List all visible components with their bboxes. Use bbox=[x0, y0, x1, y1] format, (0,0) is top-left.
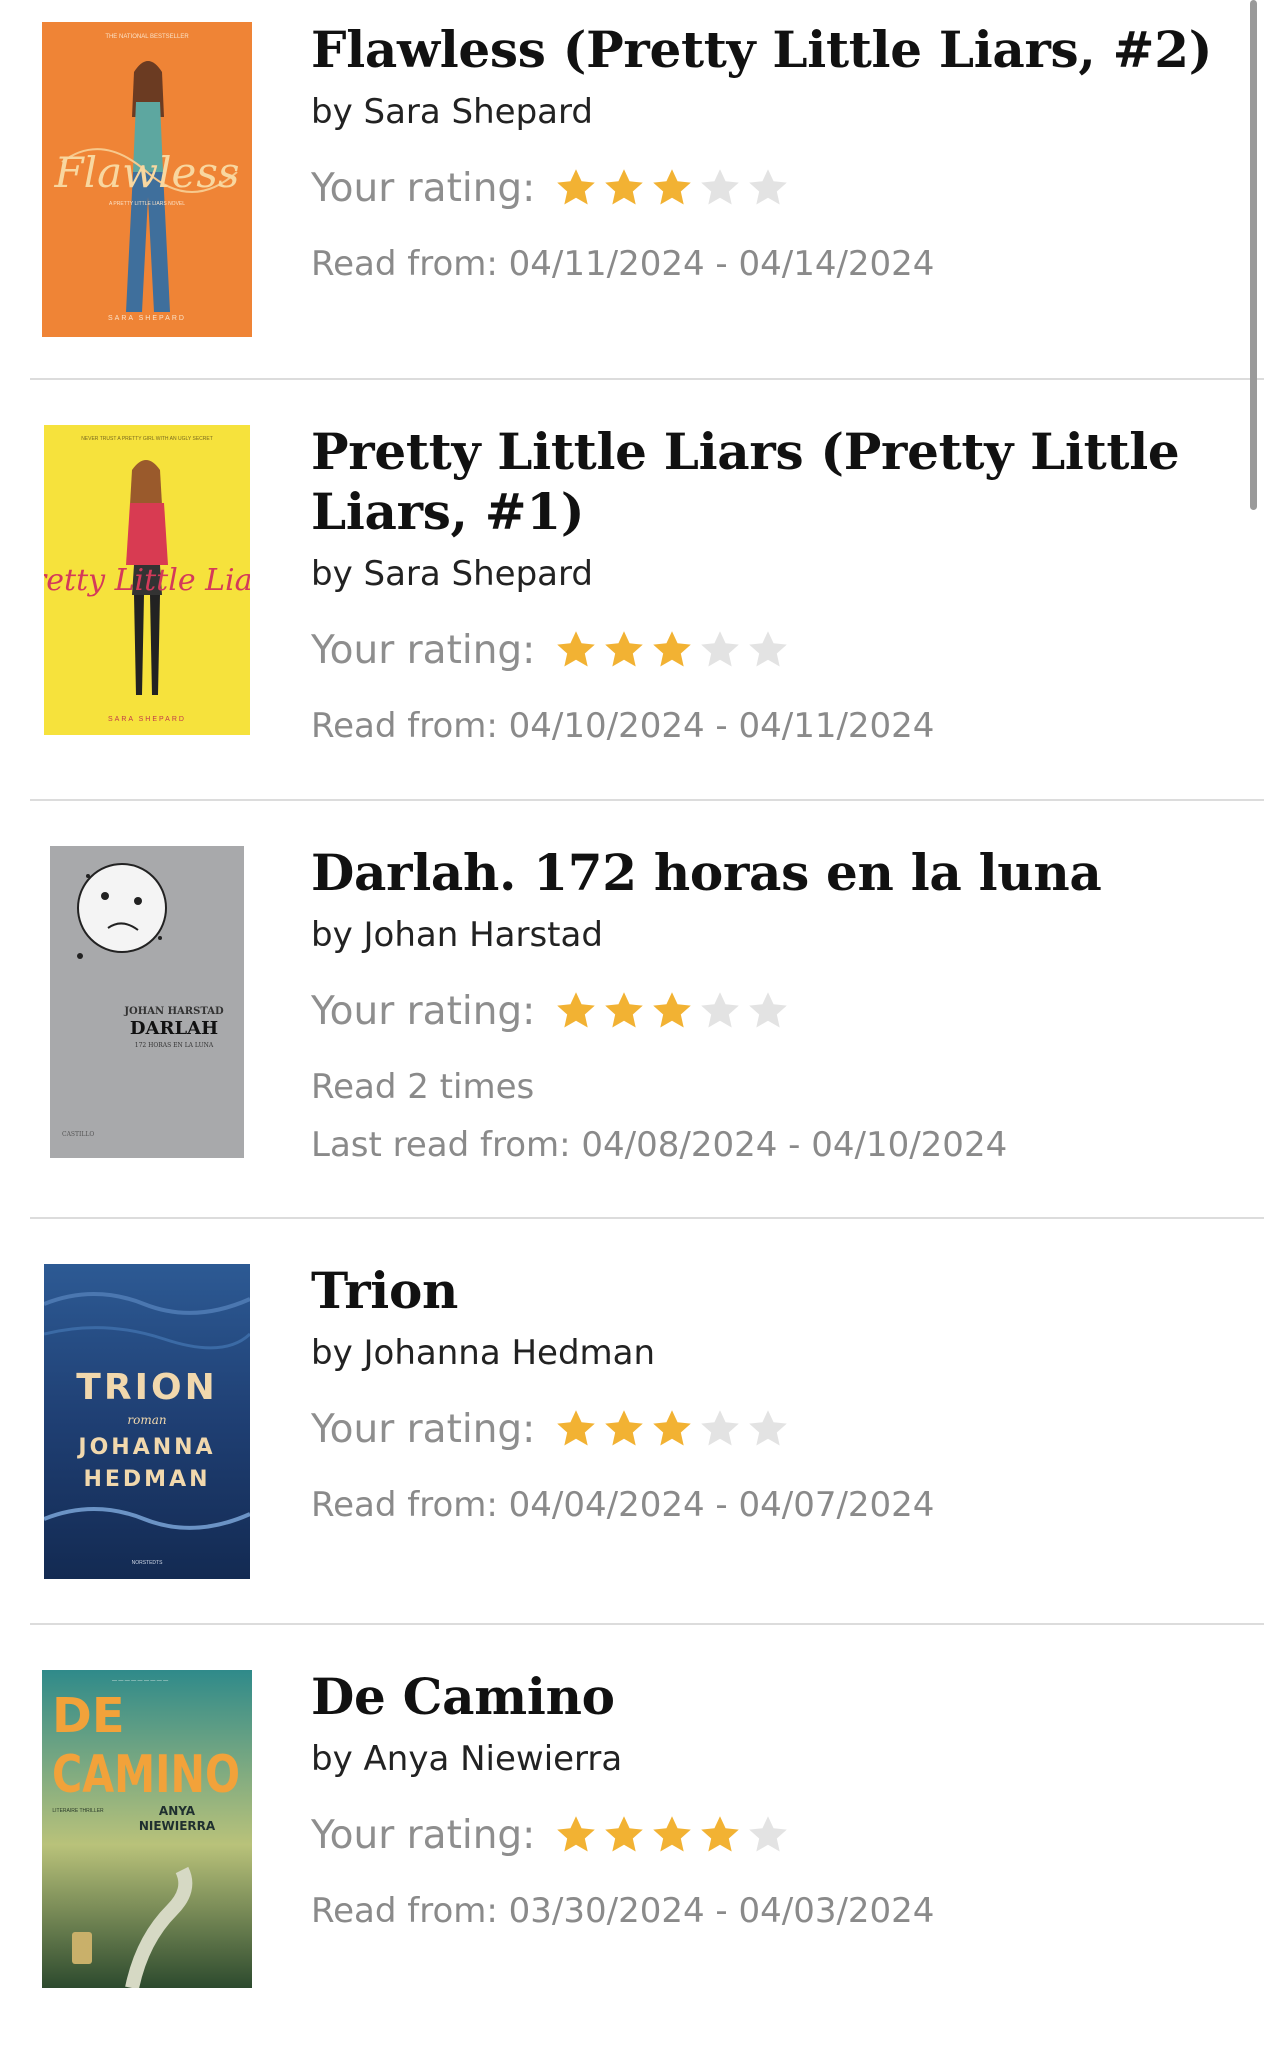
rating-label: Your rating: bbox=[311, 988, 536, 1034]
star-empty-icon[interactable] bbox=[745, 627, 791, 673]
star-filled-icon[interactable] bbox=[553, 165, 599, 211]
star-filled-icon[interactable] bbox=[601, 1812, 647, 1858]
book-author[interactable]: by Sara Shepard bbox=[311, 552, 1224, 596]
cover-title-line2: CAMINO bbox=[52, 1745, 240, 1805]
star-filled-icon[interactable] bbox=[553, 627, 599, 673]
star-empty-icon[interactable] bbox=[745, 165, 791, 211]
rating-label: Your rating: bbox=[311, 1406, 536, 1452]
book-cover-pretty-little-liars[interactable]: NEVER TRUST A PRETTY GIRL WITH AN UGLY S… bbox=[44, 425, 250, 735]
scrollbar[interactable] bbox=[1250, 0, 1257, 510]
rating-row: Your rating: bbox=[311, 162, 1224, 214]
star-rating[interactable] bbox=[553, 627, 791, 673]
book-author[interactable]: by Anya Niewierra bbox=[311, 1737, 1224, 1781]
star-filled-icon[interactable] bbox=[601, 627, 647, 673]
read-dates: Last read from: 04/08/2024 - 04/10/2024 bbox=[311, 1125, 1008, 1165]
svg-text:— — — — — — — — —: — — — — — — — — — bbox=[112, 1678, 168, 1684]
cover-author-line1: JOHANNA bbox=[76, 1435, 215, 1460]
cover-subtitle: roman bbox=[127, 1413, 166, 1427]
rating-row: Your rating: bbox=[311, 1403, 1224, 1455]
cover-author: JOHAN HARSTAD bbox=[123, 1006, 224, 1017]
star-rating[interactable] bbox=[553, 165, 791, 211]
star-empty-icon[interactable] bbox=[697, 165, 743, 211]
book-row-flawless[interactable]: THE NATIONAL BESTSELLER Flawless A PRETT… bbox=[0, 0, 1284, 380]
star-filled-icon[interactable] bbox=[697, 1812, 743, 1858]
star-rating[interactable] bbox=[553, 1406, 791, 1452]
book-cover-flawless[interactable]: THE NATIONAL BESTSELLER Flawless A PRETT… bbox=[42, 22, 252, 337]
star-filled-icon[interactable] bbox=[649, 165, 695, 211]
cover-script-title: Flawless bbox=[54, 148, 240, 197]
cover-top-text: THE NATIONAL BESTSELLER bbox=[105, 34, 189, 40]
star-filled-icon[interactable] bbox=[601, 1406, 647, 1452]
star-filled-icon[interactable] bbox=[601, 988, 647, 1034]
cover-author-line1: ANYA bbox=[159, 1804, 196, 1818]
book-title[interactable]: De Camino bbox=[311, 1667, 1224, 1727]
star-empty-icon[interactable] bbox=[697, 627, 743, 673]
cover-publisher: CASTILLO bbox=[62, 1131, 94, 1138]
book-row-pretty-little-liars[interactable]: NEVER TRUST A PRETTY GIRL WITH AN UGLY S… bbox=[0, 380, 1284, 801]
book-cover-trion[interactable]: TRION roman JOHANNA HEDMAN NORSTEDTS bbox=[44, 1264, 250, 1579]
star-rating[interactable] bbox=[553, 1812, 791, 1858]
cover-title: TRION bbox=[76, 1367, 217, 1408]
cover-author-line2: NIEWIERRA bbox=[139, 1819, 216, 1833]
cover-publisher: NORSTEDTS bbox=[132, 1560, 164, 1566]
star-filled-icon[interactable] bbox=[601, 165, 647, 211]
star-filled-icon[interactable] bbox=[649, 1812, 695, 1858]
star-rating[interactable] bbox=[553, 988, 791, 1034]
rating-row: Your rating: bbox=[311, 985, 1224, 1037]
cover-author-line2: HEDMAN bbox=[83, 1467, 210, 1492]
book-title[interactable]: Darlah. 172 horas en la luna bbox=[311, 843, 1224, 903]
star-empty-icon[interactable] bbox=[745, 1812, 791, 1858]
read-count: Read 2 times bbox=[311, 1067, 535, 1107]
rating-row: Your rating: bbox=[311, 1809, 1224, 1861]
star-filled-icon[interactable] bbox=[649, 627, 695, 673]
cover-top-text: NEVER TRUST A PRETTY GIRL WITH AN UGLY S… bbox=[81, 436, 213, 442]
book-author[interactable]: by Sara Shepard bbox=[311, 90, 1224, 134]
book-title[interactable]: Flawless (Pretty Little Liars, #2) bbox=[311, 20, 1224, 80]
star-filled-icon[interactable] bbox=[553, 988, 599, 1034]
star-filled-icon[interactable] bbox=[649, 988, 695, 1034]
cover-subtitle: A PRETTY LITTLE LIARS NOVEL bbox=[109, 201, 185, 207]
rating-label: Your rating: bbox=[311, 1812, 536, 1858]
book-row-trion[interactable]: TRION roman JOHANNA HEDMAN NORSTEDTS Tri… bbox=[0, 1219, 1284, 1625]
read-dates: Read from: 04/04/2024 - 04/07/2024 bbox=[311, 1485, 935, 1525]
rating-label: Your rating: bbox=[311, 165, 536, 211]
book-cover-de-camino[interactable]: DE CAMINO — — — — — — — — — LITERAIRE TH… bbox=[42, 1670, 252, 1988]
star-empty-icon[interactable] bbox=[745, 1406, 791, 1452]
read-dates: Read from: 03/30/2024 - 04/03/2024 bbox=[311, 1891, 935, 1931]
cover-author: SARA SHEPARD bbox=[108, 716, 186, 723]
book-author[interactable]: by Johanna Hedman bbox=[311, 1331, 1224, 1375]
rating-label: Your rating: bbox=[311, 627, 536, 673]
star-filled-icon[interactable] bbox=[553, 1406, 599, 1452]
book-cover-darlah[interactable]: JOHAN HARSTAD DARLAH 172 HORAS EN LA LUN… bbox=[50, 846, 244, 1158]
star-empty-icon[interactable] bbox=[697, 988, 743, 1034]
cover-title: DARLAH bbox=[130, 1018, 218, 1039]
cover-subtitle: 172 HORAS EN LA LUNA bbox=[135, 1042, 214, 1049]
star-empty-icon[interactable] bbox=[697, 1406, 743, 1452]
rating-row: Your rating: bbox=[311, 624, 1224, 676]
star-filled-icon[interactable] bbox=[649, 1406, 695, 1452]
book-row-de-camino[interactable]: DE CAMINO — — — — — — — — — LITERAIRE TH… bbox=[0, 1625, 1284, 2045]
cover-title-line1: DE bbox=[52, 1688, 125, 1744]
star-filled-icon[interactable] bbox=[553, 1812, 599, 1858]
cover-author: SARA SHEPARD bbox=[108, 315, 186, 322]
book-title[interactable]: Trion bbox=[311, 1261, 1224, 1321]
cover-script-title: Pretty Little Liars bbox=[44, 563, 250, 598]
book-row-darlah[interactable]: JOHAN HARSTAD DARLAH 172 HORAS EN LA LUN… bbox=[0, 801, 1284, 1219]
read-dates: Read from: 04/10/2024 - 04/11/2024 bbox=[311, 706, 935, 746]
book-author[interactable]: by Johan Harstad bbox=[311, 913, 1224, 957]
cover-genre: LITERAIRE THRILLER bbox=[52, 1808, 104, 1814]
star-empty-icon[interactable] bbox=[745, 988, 791, 1034]
book-title[interactable]: Pretty Little Liars (Pretty Little Liars… bbox=[311, 422, 1224, 542]
read-dates: Read from: 04/11/2024 - 04/14/2024 bbox=[311, 244, 935, 284]
